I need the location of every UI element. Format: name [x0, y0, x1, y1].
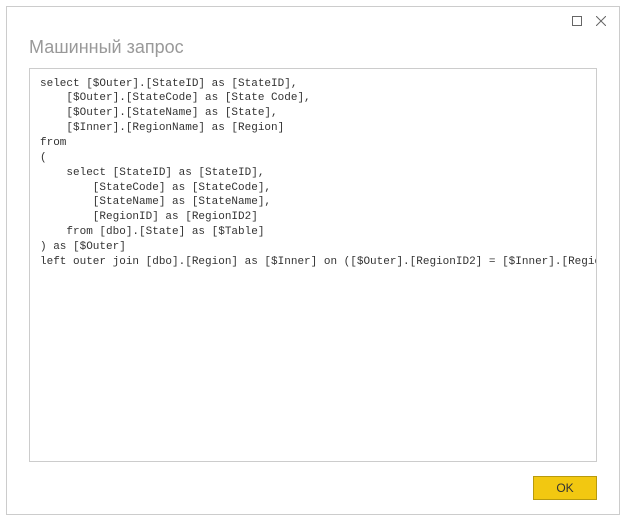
close-icon: [596, 16, 606, 26]
query-code-text: select [$Outer].[StateID] as [StateID], …: [40, 77, 586, 270]
ok-button[interactable]: OK: [533, 476, 597, 500]
maximize-icon: [572, 16, 582, 26]
maximize-button[interactable]: [565, 11, 589, 31]
close-button[interactable]: [589, 11, 613, 31]
titlebar: [7, 7, 619, 35]
query-code-panel[interactable]: select [$Outer].[StateID] as [StateID], …: [29, 68, 597, 462]
dialog-title: Машинный запрос: [7, 35, 619, 68]
button-row: OK: [7, 462, 619, 514]
native-query-dialog: Машинный запрос select [$Outer].[StateID…: [6, 6, 620, 515]
